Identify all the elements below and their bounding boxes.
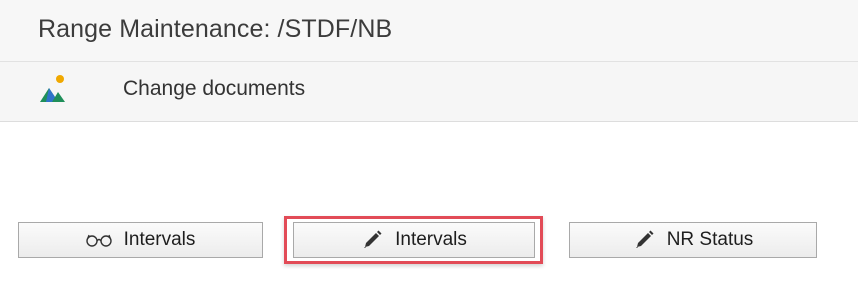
display-intervals-label: Intervals <box>123 229 196 250</box>
change-documents-icon[interactable] <box>38 70 68 106</box>
glasses-icon <box>85 233 112 247</box>
change-documents-button[interactable]: Change documents <box>123 77 305 101</box>
nr-status-label: NR Status <box>666 229 754 250</box>
highlight-box <box>284 216 543 264</box>
display-intervals-button[interactable]: Intervals <box>18 222 263 258</box>
nr-status-button[interactable]: NR Status <box>569 222 817 258</box>
title-bar: Range Maintenance: /STDF/NB <box>0 0 858 62</box>
pencil-icon <box>633 229 655 251</box>
page-title: Range Maintenance: /STDF/NB <box>38 15 393 43</box>
